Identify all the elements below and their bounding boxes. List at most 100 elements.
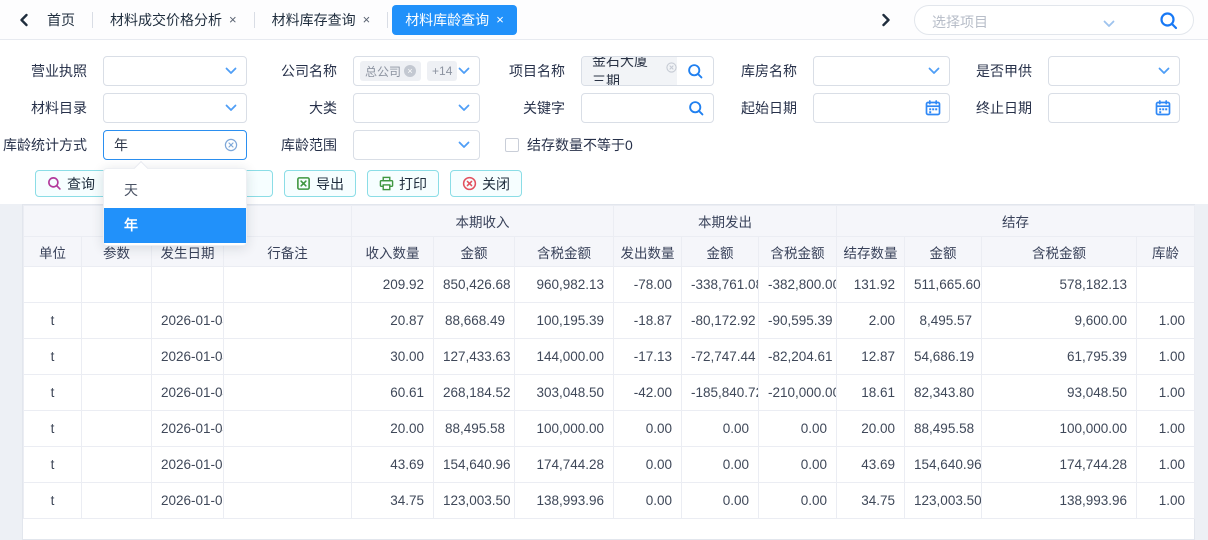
tabs-scroll-left-button[interactable] <box>14 10 34 30</box>
category-select[interactable] <box>353 93 480 123</box>
table-zone: 本期收入 本期发出 结存 单位 参数 发生日期 行备注 收入数量 金额 含税金额… <box>0 204 1208 540</box>
printer-icon <box>379 176 394 191</box>
tab-close-icon[interactable]: × <box>229 13 237 26</box>
age-range-select[interactable] <box>353 130 480 160</box>
close-circle-icon <box>462 176 477 191</box>
material-catalog-label: 材料目录 <box>0 93 95 123</box>
table-cell: 0.00 <box>759 411 837 447</box>
table-cell: 20.87 <box>352 303 434 339</box>
table-cell: 268,184.52 <box>434 375 515 411</box>
table-cell: t <box>24 483 82 519</box>
chevron-down-icon <box>225 67 237 75</box>
project-name-value: 金石大厦三期 <box>592 56 658 86</box>
table-cell: 82,343.80 <box>905 375 982 411</box>
start-date-input[interactable] <box>813 93 950 123</box>
tab-close-icon[interactable]: × <box>363 13 371 26</box>
table-cell: -18.87 <box>614 303 682 339</box>
calendar-icon[interactable] <box>925 100 941 116</box>
material-age-query-app: 首页 材料成交价格分析 × 材料库存查询 × 材料库龄查询 × 选择项目 <box>0 0 1208 540</box>
table-cell: 2026-01-05 <box>152 483 224 519</box>
warehouse-name-select[interactable] <box>813 56 950 86</box>
table-cell: 511,665.60 <box>905 267 982 303</box>
table-cell: 0.00 <box>759 483 837 519</box>
table-row[interactable]: 209.92850,426.68960,982.13-78.00-338,761… <box>24 267 1195 303</box>
chevron-down-icon[interactable] <box>1103 15 1115 33</box>
query-search-icon <box>47 176 62 191</box>
query-button[interactable]: 查询 <box>35 170 107 197</box>
warehouse-name-label: 库房名称 <box>712 56 805 86</box>
age-method-input-focused[interactable]: 年 <box>103 130 247 160</box>
category-label: 大类 <box>250 93 345 123</box>
table-cell: 1.00 <box>1137 303 1195 339</box>
table-cell: 174,744.28 <box>515 447 614 483</box>
tab-close-icon[interactable]: × <box>496 13 504 26</box>
table-cell: 88,495.58 <box>434 411 515 447</box>
table-cell <box>224 483 352 519</box>
table-cell <box>1137 267 1195 303</box>
table-row[interactable]: t2026-01-0430.00127,433.63144,000.00-17.… <box>24 339 1195 375</box>
print-button[interactable]: 打印 <box>367 170 439 197</box>
owner-supplied-select[interactable] <box>1048 56 1180 86</box>
checkbox-icon[interactable] <box>505 138 519 152</box>
chevron-left-icon <box>18 13 30 27</box>
table-row[interactable]: t2026-01-0543.69154,640.96174,744.280.00… <box>24 447 1195 483</box>
table-cell: -338,761.08 <box>682 267 759 303</box>
age-method-dropdown: 天 年 <box>103 168 247 246</box>
export-button[interactable]: 导出 <box>284 170 356 197</box>
table-cell: 100,000.00 <box>982 411 1137 447</box>
project-select-placeholder: 选择项目 <box>932 12 988 32</box>
table-cell: 1.00 <box>1137 375 1195 411</box>
project-select-input[interactable]: 选择项目 <box>914 5 1194 35</box>
table-cell: 2026-01-05 <box>152 447 224 483</box>
chevron-right-icon <box>880 13 892 27</box>
tab-material-price-analysis[interactable]: 材料成交价格分析 × <box>97 5 250 35</box>
table-row[interactable]: t2026-01-0460.61268,184.52303,048.50-42.… <box>24 375 1195 411</box>
table-cell: 123,003.50 <box>434 483 515 519</box>
clear-icon[interactable] <box>666 62 677 73</box>
tab-separator <box>387 12 388 28</box>
keyword-label: 关键字 <box>480 93 573 123</box>
table-row[interactable]: t2026-01-0420.8788,668.49100,195.39-18.8… <box>24 303 1195 339</box>
filter-row-1: 营业执照 公司名称 总公司 × +14 项目名称 金石大 <box>0 56 1208 86</box>
nonzero-balance-checkbox-label: 结存数量不等于0 <box>527 135 633 155</box>
clear-circle-icon[interactable] <box>224 138 238 152</box>
calendar-icon[interactable] <box>1155 100 1171 116</box>
project-name-field[interactable]: 金石大厦三期 <box>581 56 714 86</box>
dropdown-option-year-selected[interactable]: 年 <box>104 208 246 243</box>
end-date-input[interactable] <box>1048 93 1180 123</box>
dropdown-option-day[interactable]: 天 <box>104 173 246 208</box>
keyword-search-icon[interactable] <box>688 100 705 117</box>
tab-material-age-query-active[interactable]: 材料库龄查询 × <box>392 5 517 35</box>
table-cell: 2.00 <box>837 303 905 339</box>
query-button-label: 查询 <box>67 174 95 194</box>
tab-material-stock-query[interactable]: 材料库存查询 × <box>259 5 384 35</box>
tab-separator <box>92 12 93 28</box>
keyword-input[interactable] <box>581 93 714 123</box>
table-cell: -78.00 <box>614 267 682 303</box>
export-excel-icon <box>296 176 311 191</box>
tag-close-icon[interactable]: × <box>404 65 416 77</box>
table-cell: t <box>24 339 82 375</box>
group-header-period-income: 本期收入 <box>352 206 614 237</box>
search-icon[interactable] <box>1159 11 1179 36</box>
nonzero-balance-checkbox[interactable]: 结存数量不等于0 <box>505 130 633 160</box>
business-license-select[interactable] <box>103 56 247 86</box>
tab-home[interactable]: 首页 <box>34 5 88 35</box>
close-button[interactable]: 关闭 <box>450 170 522 197</box>
col-header-unit: 单位 <box>24 237 82 267</box>
table-row[interactable]: t2026-01-0420.0088,495.58100,000.000.000… <box>24 411 1195 447</box>
age-method-label: 库龄统计方式 <box>0 130 95 160</box>
filter-row-2: 材料目录 大类 关键字 起始日期 <box>0 93 1208 123</box>
table-cell <box>224 339 352 375</box>
table-cell: 123,003.50 <box>905 483 982 519</box>
print-button-label: 打印 <box>399 174 427 194</box>
table-cell: 60.61 <box>352 375 434 411</box>
company-name-select[interactable]: 总公司 × +14 <box>353 56 480 86</box>
end-date-label: 终止日期 <box>948 93 1040 123</box>
table-cell: 0.00 <box>682 411 759 447</box>
tabs-scroll-right-button[interactable] <box>876 10 896 30</box>
material-catalog-select[interactable] <box>103 93 247 123</box>
table-row[interactable]: t2026-01-0534.75123,003.50138,993.960.00… <box>24 483 1195 519</box>
project-search-icon[interactable] <box>677 63 713 80</box>
table-cell <box>82 411 152 447</box>
